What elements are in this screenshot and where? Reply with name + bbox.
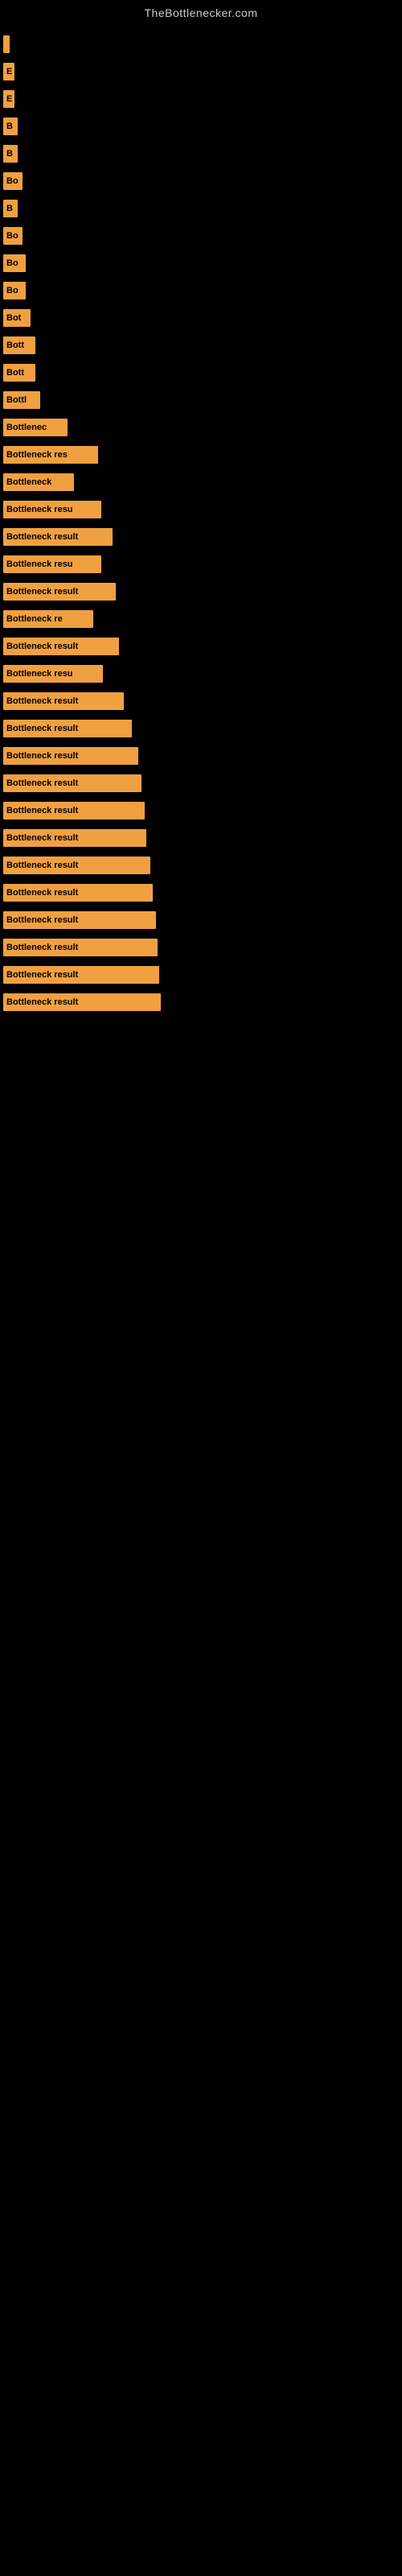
bar-row: Bottleneck result xyxy=(0,824,402,852)
bar-label: Bottleneck result xyxy=(3,802,145,819)
bar-row: Bottleneck re xyxy=(0,605,402,633)
bar-label: Bo xyxy=(3,227,23,245)
bar-row: Bottleneck result xyxy=(0,961,402,989)
bar-row: Bottleneck result xyxy=(0,906,402,934)
bar-row: Bottleneck resu xyxy=(0,551,402,578)
bar-label: E xyxy=(3,63,14,80)
bar-row: Bottleneck res xyxy=(0,441,402,469)
site-title: TheBottlenecker.com xyxy=(0,0,402,23)
bar-label: Bo xyxy=(3,282,26,299)
bar-row: B xyxy=(0,113,402,140)
bar-row: Bottleneck result xyxy=(0,633,402,660)
bar-label: B xyxy=(3,118,18,135)
bar-row: Bo xyxy=(0,167,402,195)
bar-label: Bottleneck resu xyxy=(3,501,101,518)
bar-row: B xyxy=(0,140,402,167)
bar-row: Bottleneck resu xyxy=(0,660,402,687)
bar-label: Bot xyxy=(3,309,31,327)
bar-label xyxy=(3,35,10,53)
bar-label: Bott xyxy=(3,336,35,354)
bar-label: Bottleneck result xyxy=(3,583,116,601)
bar-row: Bottleneck result xyxy=(0,742,402,770)
bar-row: Bottleneck result xyxy=(0,797,402,824)
bar-label: Bo xyxy=(3,254,26,272)
bar-label: Bottleneck result xyxy=(3,857,150,874)
bar-label: Bottl xyxy=(3,391,40,409)
bar-row: Bott xyxy=(0,332,402,359)
bar-label: Bott xyxy=(3,364,35,382)
bar-row: Bottleneck result xyxy=(0,989,402,1016)
bar-label: B xyxy=(3,200,18,217)
bar-label: Bottleneck resu xyxy=(3,665,103,683)
bar-label: Bottleneck result xyxy=(3,966,159,984)
bar-row: Bo xyxy=(0,222,402,250)
bar-label: Bottleneck result xyxy=(3,692,124,710)
bar-label: Bottleneck result xyxy=(3,774,142,792)
bar-label: Bottleneck result xyxy=(3,747,138,765)
bar-label: Bottleneck result xyxy=(3,720,132,737)
bar-label: Bottleneck re xyxy=(3,610,93,628)
bar-row: Bottleneck resu xyxy=(0,496,402,523)
bar-row: Bottleneck result xyxy=(0,715,402,742)
bar-row: E xyxy=(0,85,402,113)
bar-row: Bott xyxy=(0,359,402,386)
bar-row: Bottleneck result xyxy=(0,687,402,715)
bar-row xyxy=(0,31,402,58)
bar-row: Bottleneck result xyxy=(0,770,402,797)
bar-row: E xyxy=(0,58,402,85)
bar-label: Bottleneck result xyxy=(3,993,161,1011)
bar-row: Bottleneck xyxy=(0,469,402,496)
bar-row: Bottleneck result xyxy=(0,852,402,879)
bar-label: Bottleneck xyxy=(3,473,74,491)
bar-row: Bottl xyxy=(0,386,402,414)
bar-label: E xyxy=(3,90,14,108)
bar-label: Bottleneck result xyxy=(3,911,156,929)
bar-row: Bottlenec xyxy=(0,414,402,441)
bar-label: Bottleneck res xyxy=(3,446,98,464)
bar-row: Bottleneck result xyxy=(0,879,402,906)
bar-label: Bottleneck result xyxy=(3,829,146,847)
bar-row: Bo xyxy=(0,250,402,277)
bar-row: B xyxy=(0,195,402,222)
bar-row: Bo xyxy=(0,277,402,304)
bar-label: Bo xyxy=(3,172,23,190)
bar-label: B xyxy=(3,145,18,163)
bar-row: Bottleneck result xyxy=(0,523,402,551)
bar-row: Bottleneck result xyxy=(0,578,402,605)
bar-label: Bottleneck result xyxy=(3,638,119,655)
bar-label: Bottlenec xyxy=(3,419,68,436)
bar-label: Bottleneck result xyxy=(3,528,113,546)
bar-label: Bottleneck result xyxy=(3,884,153,902)
bar-label: Bottleneck result xyxy=(3,939,158,956)
bar-row: Bot xyxy=(0,304,402,332)
bar-row: Bottleneck result xyxy=(0,934,402,961)
bars-container: EEBBBoBBoBoBoBotBottBottBottlBottlenecBo… xyxy=(0,23,402,1016)
bar-label: Bottleneck resu xyxy=(3,555,101,573)
